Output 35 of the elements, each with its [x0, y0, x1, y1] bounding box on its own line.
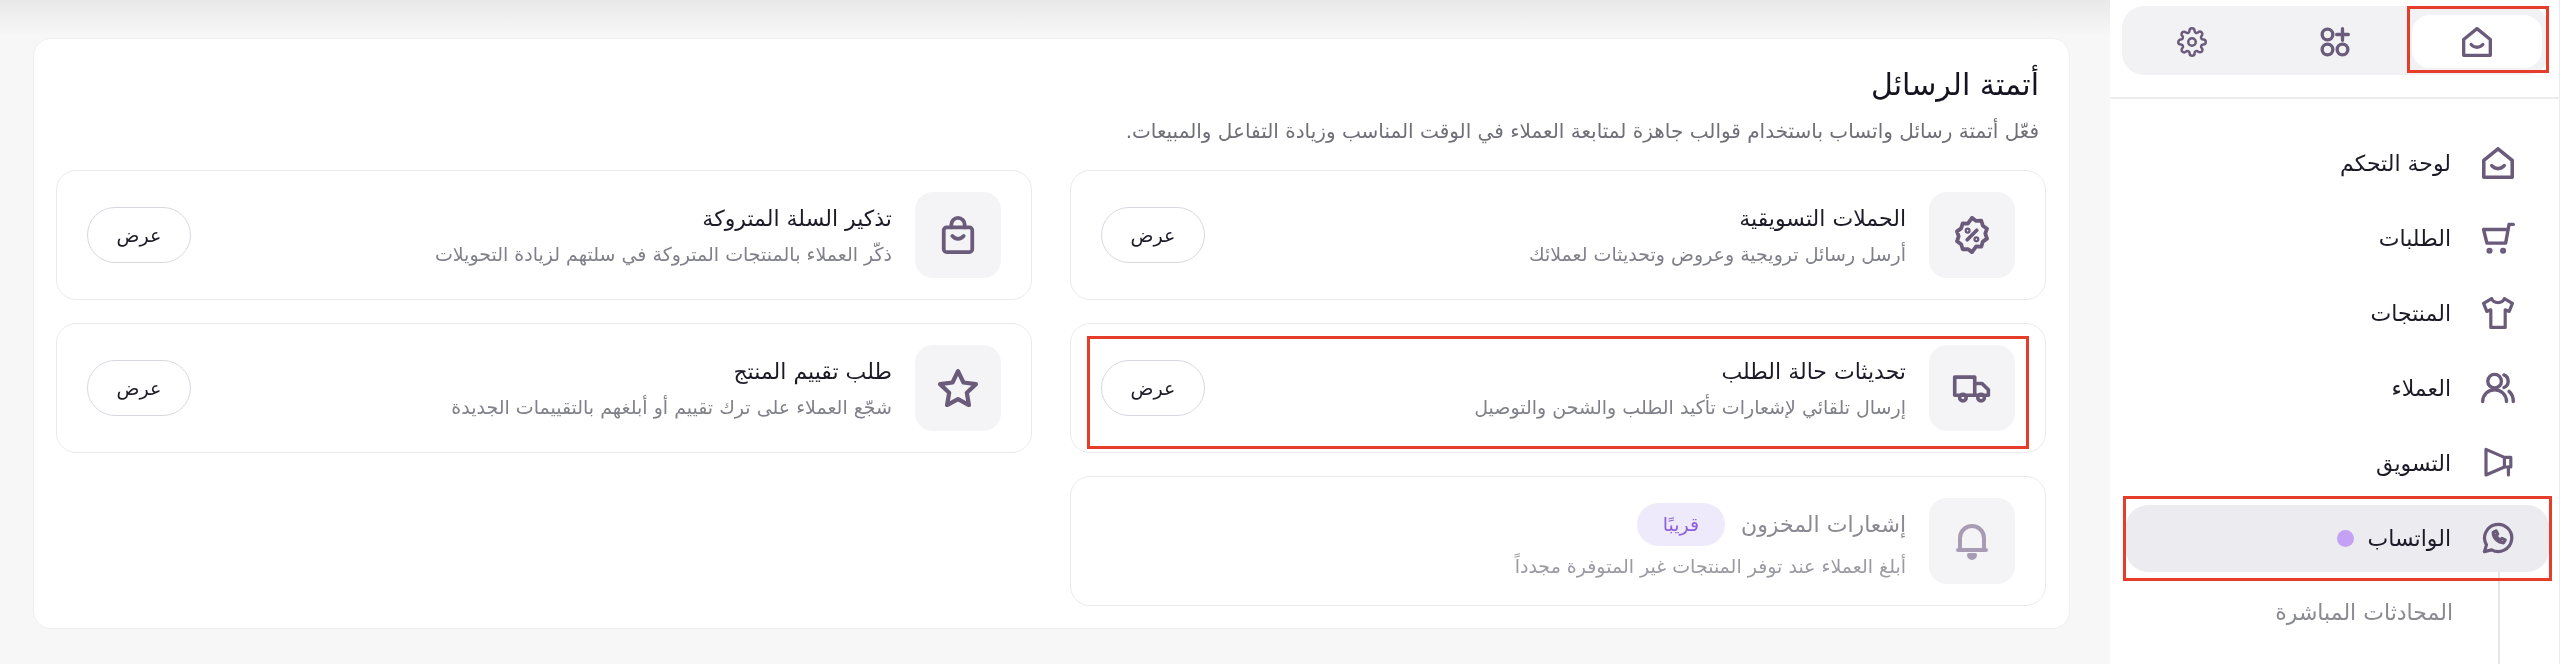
view-button[interactable]: عرض: [87, 360, 191, 416]
card-title: تذكير السلة المتروكة: [702, 204, 892, 233]
smiley-house-icon: [2461, 26, 2492, 57]
users-icon: [2481, 372, 2515, 404]
nav-item[interactable]: التسويق: [2126, 429, 2549, 497]
cart-icon: [2481, 222, 2515, 254]
card-description: شجّع العملاء على ترك تقييم أو أبلغهم بالتقييمات الجديدة: [450, 394, 892, 420]
tab[interactable]: [2411, 15, 2542, 68]
smiley-house-icon: [2481, 147, 2515, 179]
card-title: الحملات التسويقية: [1739, 204, 1906, 233]
nav-item[interactable]: الطلبات: [2126, 204, 2549, 272]
view-button[interactable]: عرض: [87, 207, 191, 263]
coming-soon-badge: قريبًا: [1636, 503, 1726, 546]
nav-item[interactable]: لوحة التحكم: [2126, 129, 2549, 197]
nav-item[interactable]: المنتجات: [2126, 279, 2549, 347]
whatsapp-icon: [2481, 522, 2515, 554]
view-button[interactable]: عرض: [1101, 207, 1205, 263]
page-subtitle: فعّل أتمتة رسائل واتساب باستخدام قوالب جاهزة لمتابعة العملاء في الوقت المناسب وزيادة التفاعل والمبيعات.: [1124, 117, 2039, 145]
card-title: تحديثات حالة الطلب: [1721, 357, 1906, 386]
shirt-icon: [2481, 297, 2515, 329]
view-button[interactable]: عرض: [1101, 360, 1205, 416]
percent-badge-icon: [1952, 216, 1992, 254]
megaphone-icon: [2481, 447, 2515, 479]
nav-item[interactable]: الواتساب: [2126, 504, 2549, 572]
card-title: إشعارات المخزون: [1741, 510, 1906, 540]
card-description: أرسل رسائل ترويجية وعروض وتحديثات لعملائك: [1527, 241, 1906, 267]
card-description: ذكّر العملاء بالمنتجات المتروكة في سلتهم لزيادة التحويلات: [433, 241, 892, 267]
card-title: طلب تقييم المنتج: [733, 357, 892, 387]
card-description: أبلغ العملاء عند توفر المنتجات غير المتوفرة مجدداً: [1513, 553, 1906, 579]
star-icon: [938, 369, 978, 407]
settings-icon: [2177, 26, 2208, 57]
card-description: إرسال تلقائي لإشعارات تأكيد الطلب والشحن والتوصيل: [1473, 393, 1906, 420]
apps-plus-icon: [2319, 26, 2350, 57]
page-title: أتمتة الرسائل: [56, 65, 2039, 105]
nav-item[interactable]: العملاء: [2126, 354, 2549, 422]
